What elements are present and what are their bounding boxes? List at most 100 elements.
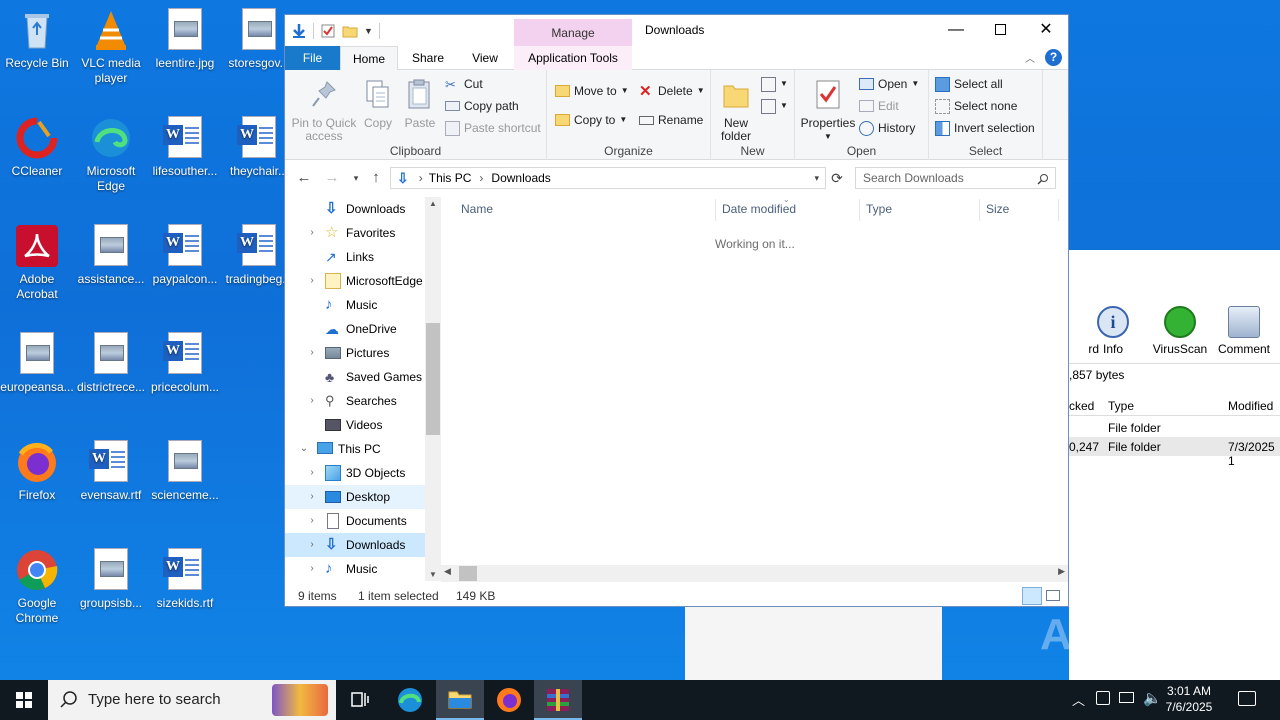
tab-application-tools[interactable]: Application Tools [514, 46, 632, 70]
chevron-right-icon[interactable]: › [305, 341, 319, 365]
edit-button[interactable]: Edit [859, 96, 899, 116]
taskbar-search-input[interactable]: Type here to search [48, 680, 336, 720]
nav-pane-scrollbar[interactable]: ▲ ▼ [425, 197, 441, 581]
title-bar[interactable]: ▼ Manage Downloads — ✕ [285, 15, 1068, 47]
desktop-icon-microsoft-edge[interactable]: Microsoft Edge [74, 116, 148, 194]
scroll-up-icon[interactable]: ▲ [425, 199, 441, 208]
breadcrumb-this-pc[interactable]: This PC [429, 171, 472, 185]
chevron-down-icon[interactable]: ▼ [364, 26, 373, 36]
column-type[interactable]: Type [1108, 399, 1134, 413]
new-folder-icon[interactable] [342, 23, 358, 39]
tray-chevron-icon[interactable]: ︿ [1072, 690, 1085, 709]
collapse-ribbon-icon[interactable]: ︿ [1025, 50, 1035, 65]
open-button[interactable]: Open ▼ [859, 74, 919, 94]
taskbar-winrar[interactable] [534, 680, 582, 720]
scrollbar-thumb[interactable] [426, 323, 440, 435]
desktop-icon-pricecolum[interactable]: W pricecolum... [148, 332, 222, 395]
rename-button[interactable]: Rename [639, 110, 703, 130]
help-icon[interactable]: ? [1045, 49, 1062, 66]
scrollbar-thumb[interactable] [459, 566, 477, 581]
forward-button[interactable]: → [321, 168, 343, 188]
breadcrumb-downloads[interactable]: Downloads [491, 171, 550, 185]
comment-button[interactable]: Comment [1214, 306, 1274, 356]
network-icon[interactable] [1096, 691, 1110, 705]
column-divider[interactable] [1058, 199, 1059, 221]
nav-item-this-pc[interactable]: ⌄ This PC [285, 437, 425, 461]
column-modified[interactable]: Modified [1228, 399, 1273, 413]
select-none-button[interactable]: Select none [935, 96, 1017, 116]
network-wired-icon[interactable] [1119, 692, 1134, 703]
desktop-icon-google-chrome[interactable]: Google Chrome [0, 548, 74, 626]
nav-item-saved-games[interactable]: ♣ Saved Games [285, 365, 425, 389]
column-date-modified[interactable]: Date modified [722, 202, 796, 216]
recent-locations-button[interactable]: ▾ [345, 168, 367, 188]
nav-item-downloads-selected[interactable]: › ⇩ Downloads [285, 533, 425, 557]
nav-item-documents[interactable]: › Documents [285, 509, 425, 533]
file-list[interactable]: Name Date modified ⌄ Type Size Working o… [441, 195, 1068, 582]
pin-to-quick-access-button[interactable]: Pin to Quick access [289, 76, 359, 143]
tab-view[interactable]: View [465, 46, 505, 70]
desktop-icon-recycle-bin[interactable]: Recycle Bin [0, 8, 74, 71]
cut-button[interactable]: ✂ Cut [445, 74, 483, 94]
horizontal-scrollbar[interactable]: ◀ ▶ [441, 565, 1068, 582]
move-to-button[interactable]: Move to ▼ [555, 81, 629, 101]
nav-item-music-pc[interactable]: › ♪ Music [285, 557, 425, 581]
nav-item-videos[interactable]: Videos [285, 413, 425, 437]
nav-item-downloads[interactable]: ⇩ Downloads [285, 197, 425, 221]
new-folder-button[interactable]: New folder [713, 76, 759, 143]
chevron-right-icon[interactable]: › [305, 461, 319, 485]
scroll-left-icon[interactable]: ◀ [444, 566, 451, 577]
desktop-icon-groupsisb[interactable]: groupsisb... [74, 548, 148, 611]
nav-item-desktop[interactable]: › Desktop [285, 485, 425, 509]
chevron-right-icon[interactable]: › [305, 485, 319, 509]
properties-icon[interactable] [320, 23, 336, 39]
desktop-icon-assistance[interactable]: assistance... [74, 224, 148, 287]
start-button[interactable] [0, 680, 48, 720]
desktop-icon-scienceme[interactable]: scienceme... [148, 440, 222, 503]
task-view-button[interactable] [336, 680, 384, 720]
large-icons-view-button[interactable] [1046, 590, 1060, 601]
desktop-icon-leentire[interactable]: leentire.jpg [148, 8, 222, 71]
history-button[interactable]: History [859, 118, 915, 138]
paste-button[interactable]: Paste [401, 76, 439, 130]
address-dropdown-icon[interactable]: ▾ [814, 173, 819, 184]
column-name[interactable]: Name [461, 202, 493, 216]
search-input[interactable]: Search Downloads [855, 167, 1056, 189]
notifications-icon[interactable] [1238, 691, 1256, 706]
tab-share[interactable]: Share [404, 46, 452, 70]
clock[interactable]: 3:01 AM 7/6/2025 [1150, 683, 1228, 715]
back-button[interactable]: ← [293, 168, 315, 188]
chevron-right-icon[interactable]: › [305, 509, 319, 533]
details-view-button[interactable] [1022, 587, 1042, 605]
virusscan-button[interactable]: VirusScan [1150, 306, 1210, 356]
chevron-right-icon[interactable]: › [305, 557, 319, 581]
minimize-button[interactable]: — [933, 15, 979, 45]
easy-access-button[interactable]: ▼ [761, 96, 788, 116]
nav-item-onedrive[interactable]: ☁ OneDrive [285, 317, 425, 341]
scroll-down-icon[interactable]: ▼ [425, 570, 441, 579]
chevron-right-icon[interactable]: › [305, 269, 319, 293]
copy-to-button[interactable]: Copy to ▼ [555, 110, 627, 130]
list-item[interactable]: File folder [1069, 418, 1280, 437]
copy-button[interactable]: Copy [359, 76, 397, 130]
chevron-down-icon[interactable]: ⌄ [297, 437, 311, 461]
chevron-right-icon[interactable]: › [305, 221, 319, 245]
desktop-icon-europeansa[interactable]: europeansa... [0, 332, 74, 395]
nav-item-searches[interactable]: › ⚲ Searches [285, 389, 425, 413]
nav-item-favorites[interactable]: › ☆ Favorites [285, 221, 425, 245]
desktop-icon-districtrece[interactable]: districtrece... [74, 332, 148, 395]
nav-item-music[interactable]: ♪ Music [285, 293, 425, 317]
info-button[interactable]: i Info [1083, 306, 1143, 356]
paste-shortcut-button[interactable]: Paste shortcut [445, 118, 541, 138]
taskbar-firefox[interactable] [485, 680, 533, 720]
properties-button[interactable]: Properties ▼ [799, 76, 857, 143]
tab-file[interactable]: File [285, 46, 340, 70]
column-divider[interactable] [859, 199, 860, 221]
chevron-right-icon[interactable]: › [305, 389, 319, 413]
desktop-icon-ccleaner[interactable]: CCleaner [0, 116, 74, 179]
list-item[interactable]: 0,247 File folder 7/3/2025 1 [1069, 437, 1280, 468]
column-divider[interactable] [979, 199, 980, 221]
nav-item-microsoftedge[interactable]: › MicrosoftEdge [285, 269, 425, 293]
desktop-icon-vlc[interactable]: VLC media player [74, 8, 148, 86]
up-button[interactable]: ↑ [365, 168, 387, 188]
